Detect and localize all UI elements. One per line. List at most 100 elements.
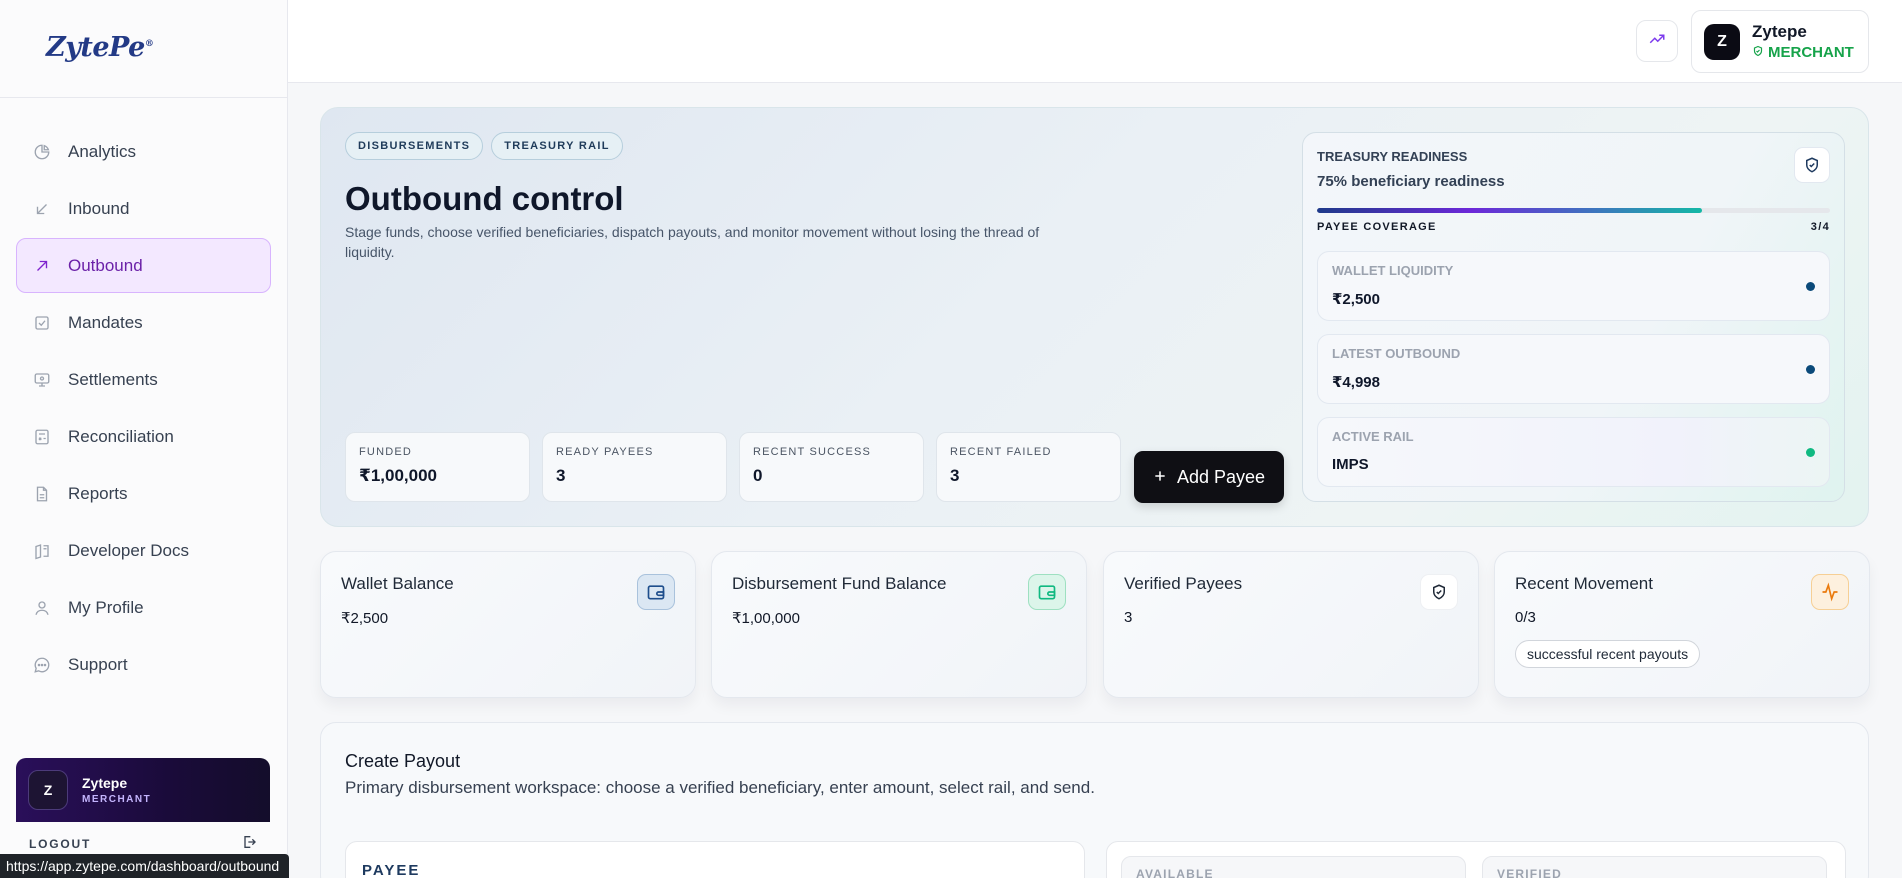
sidebar-item-label: Developer Docs [68,540,189,560]
divider [0,97,287,98]
sidebar: ZytePe® Analytics Inbound Outbound Manda… [0,0,288,878]
card-title: Recent Movement [1515,574,1653,593]
file-icon [32,484,52,504]
user-icon [32,598,52,618]
sidebar-item-settlements[interactable]: Settlements [16,352,271,407]
card-value: ₹1,00,000 [732,610,800,627]
sidebar-user-card[interactable]: Z Zytepe MERCHANT [16,758,270,822]
pie-chart-icon [32,142,52,162]
wallet-balance-card: Wallet Balance ₹2,500 [320,551,696,698]
wallet-liquidity-card: WALLET LIQUIDITY ₹2,500 [1317,251,1830,321]
monitor-icon [32,370,52,390]
latest-outbound-card: LATEST OUTBOUND ₹4,998 [1317,334,1830,404]
recent-movement-card: Recent Movement 0/3 successful recent pa… [1494,551,1870,698]
stat-value: 3 [950,466,960,485]
readiness-progress-bar [1317,208,1830,213]
stat-label: READY PAYEES [556,446,654,458]
coverage-label: PAYEE COVERAGE [1317,221,1437,233]
stat-recent-failed: RECENT FAILED 3 [936,432,1121,502]
stat-label: RECENT FAILED [950,446,1052,458]
add-payee-button[interactable]: Add Payee [1134,451,1284,503]
active-rail-card: ACTIVE RAIL IMPS [1317,417,1830,487]
section-title: Create Payout [345,751,461,771]
readiness-subtitle: 75% beneficiary readiness [1317,173,1505,190]
book-icon [32,541,52,561]
readiness-title: TREASURY READINESS [1317,149,1468,164]
account-name: Zytepe [1752,22,1807,41]
hero-tags: DISBURSEMENTS TREASURY RAIL [345,132,623,160]
sidebar-item-analytics[interactable]: Analytics [16,124,271,179]
available-tile: AVAILABLE [1121,856,1466,878]
user-name: Zytepe [82,775,128,791]
chat-icon [32,655,52,675]
sidebar-item-label: Support [68,654,128,674]
plus-icon [1153,467,1167,488]
section-subtitle: Primary disbursement workspace: choose a… [345,778,1095,797]
logout-button[interactable]: LOGOUT [29,834,257,853]
arrow-up-right-icon [32,256,52,276]
calculator-icon [32,427,52,447]
sidebar-item-label: Inbound [68,198,130,218]
card-label: WALLET LIQUIDITY [1332,263,1454,278]
sidebar-item-outbound[interactable]: Outbound [16,238,271,293]
zytepe-logo[interactable]: ZytePe® [46,32,154,63]
stat-label: RECENT SUCCESS [753,446,872,458]
checklist-icon [32,313,52,333]
stat-ready-payees: READY PAYEES 3 [542,432,727,502]
status-dot [1806,365,1815,374]
sidebar-item-reconciliation[interactable]: Reconciliation [16,409,271,464]
activity-icon [1811,574,1849,610]
arrow-down-left-icon [32,199,52,219]
payout-summary-panel: AVAILABLE VERIFIED [1106,841,1846,878]
sidebar-item-mandates[interactable]: Mandates [16,295,271,350]
user-role: MERCHANT [82,794,152,805]
sidebar-item-label: Outbound [68,255,143,275]
verified-tile: VERIFIED [1482,856,1827,878]
create-payout-section: Create Payout Primary disbursement works… [320,722,1869,878]
status-bar-url: https://app.zytepe.com/dashboard/outboun… [0,854,290,878]
sidebar-item-label: Reconciliation [68,426,174,446]
wallet-green-icon [1028,574,1066,610]
payee-label: PAYEE [362,862,421,878]
account-menu[interactable]: Z Zytepe MERCHANT [1691,10,1869,73]
card-value: IMPS [1332,456,1369,473]
trending-up-icon [1648,30,1666,53]
card-label: LATEST OUTBOUND [1332,346,1461,361]
shield-check-icon [1752,44,1764,61]
card-value: 3 [1124,609,1133,626]
tag-disbursements: DISBURSEMENTS [345,132,484,160]
disbursement-fund-card: Disbursement Fund Balance ₹1,00,000 [711,551,1087,698]
sidebar-item-label: Reports [68,483,128,503]
card-label: ACTIVE RAIL [1332,429,1414,444]
payee-coverage: PAYEE COVERAGE 3/4 [1317,221,1830,233]
sidebar-nav: Analytics Inbound Outbound Mandates Sett… [16,124,271,694]
card-value: ₹2,500 [1332,291,1380,308]
sidebar-item-support[interactable]: Support [16,637,271,692]
sidebar-item-label: My Profile [68,597,144,617]
sidebar-item-developer-docs[interactable]: Developer Docs [16,523,271,578]
tag-treasury-rail: TREASURY RAIL [491,132,623,160]
card-value: ₹2,500 [341,610,389,627]
sidebar-item-inbound[interactable]: Inbound [16,181,271,236]
status-badge: successful recent payouts [1515,640,1701,668]
avatar: Z [28,770,68,810]
sidebar-item-reports[interactable]: Reports [16,466,271,521]
payee-selector[interactable]: PAYEE [345,841,1085,878]
stat-value: 0 [753,466,763,485]
sidebar-item-label: Analytics [68,141,137,161]
card-title: Wallet Balance [341,574,454,593]
shield-check-icon [1420,574,1458,610]
stat-label: FUNDED [359,446,413,458]
sidebar-item-my-profile[interactable]: My Profile [16,580,271,635]
card-value: ₹4,998 [1332,374,1380,391]
trending-button[interactable] [1636,20,1678,62]
logout-label: LOGOUT [29,836,92,851]
page-subtitle: Stage funds, choose verified beneficiari… [345,224,1040,260]
shield-icon [1794,147,1830,183]
page-title: Outbound control [345,180,624,217]
treasury-readiness-panel: TREASURY READINESS 75% beneficiary readi… [1302,132,1845,502]
account-role: MERCHANT [1752,44,1854,61]
stat-value: 3 [556,466,566,485]
readiness-progress-fill [1317,208,1702,213]
card-value: 0/3 [1515,609,1536,626]
